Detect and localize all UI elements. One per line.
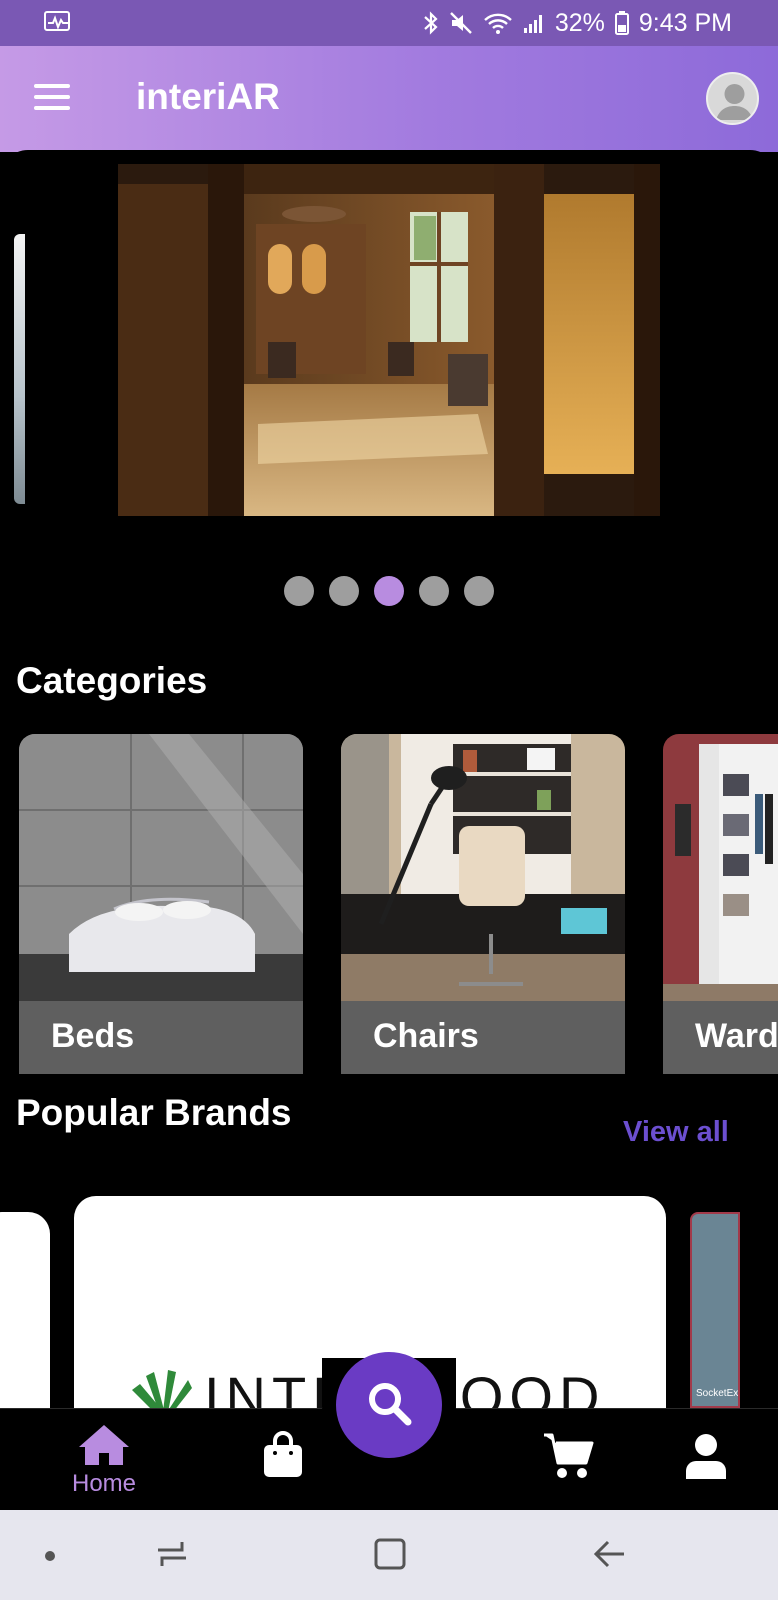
user-avatar-icon[interactable]: [706, 72, 759, 125]
nav-shop[interactable]: [262, 1431, 304, 1484]
carousel-dot-2[interactable]: [329, 576, 359, 606]
shopping-bag-icon: [262, 1431, 304, 1483]
main-content: Categories Beds Chairs Ward Popular Bran…: [0, 150, 778, 1408]
category-label: Beds: [19, 1001, 303, 1074]
assistant-dot-icon[interactable]: [44, 1549, 56, 1567]
home-button-icon[interactable]: [372, 1536, 408, 1577]
activity-icon: [44, 10, 70, 31]
nav-home-label: Home: [71, 1470, 137, 1497]
status-right: 32% 9:43 PM: [423, 9, 732, 38]
hero-carousel[interactable]: [0, 164, 778, 516]
brand-name: SocketExc: [696, 1388, 740, 1399]
carousel-dot-3-active[interactable]: [374, 576, 404, 606]
home-icon: [77, 1425, 131, 1471]
hamburger-menu-icon[interactable]: [34, 84, 70, 112]
category-card-chairs[interactable]: Chairs: [341, 734, 625, 1074]
mute-icon: [449, 11, 473, 35]
category-card-beds[interactable]: Beds: [19, 734, 303, 1074]
wardrobes-image: [663, 734, 778, 1001]
carousel-dot-4[interactable]: [419, 576, 449, 606]
beds-image: [19, 734, 303, 1001]
interwood-logo-icon: [132, 1370, 192, 1408]
signal-icon: [523, 12, 545, 34]
view-all-link[interactable]: View all: [623, 1116, 729, 1149]
status-bar: 32% 9:43 PM: [0, 0, 778, 46]
status-left: [44, 9, 70, 38]
carousel-indicators: [0, 576, 778, 606]
system-navigation-bar: [0, 1510, 778, 1600]
status-time: 9:43 PM: [638, 8, 732, 37]
category-label: Chairs: [341, 1001, 625, 1074]
nav-profile[interactable]: [684, 1433, 728, 1484]
recent-apps-icon[interactable]: [154, 1536, 190, 1577]
search-fab[interactable]: [336, 1352, 442, 1458]
profile-icon: [684, 1434, 728, 1483]
previous-slide-peek[interactable]: [14, 234, 25, 504]
bluetooth-icon: [423, 11, 439, 35]
app-bar: interiAR: [0, 46, 778, 152]
carousel-dot-5[interactable]: [464, 576, 494, 606]
popular-brands-heading: Popular Brands: [16, 1092, 292, 1133]
wifi-icon: [483, 11, 513, 35]
nav-home[interactable]: Home: [66, 1423, 142, 1498]
carousel-dot-1[interactable]: [284, 576, 314, 606]
battery-icon: [614, 11, 629, 35]
brand-card-next[interactable]: SocketExc: [690, 1212, 740, 1408]
category-card-wardrobes[interactable]: Ward: [663, 734, 778, 1074]
brand-card-previous[interactable]: [0, 1212, 50, 1408]
search-icon: [365, 1379, 413, 1432]
chairs-image: [341, 734, 625, 1001]
battery-percent: 32%: [554, 8, 605, 37]
app-title: interiAR: [136, 76, 280, 117]
nav-cart[interactable]: [542, 1431, 594, 1484]
carousel-slide-image[interactable]: [118, 164, 660, 516]
cart-icon: [542, 1433, 594, 1483]
categories-heading: Categories: [16, 660, 208, 701]
back-arrow-icon[interactable]: [592, 1536, 628, 1577]
category-label: Ward: [663, 1001, 778, 1074]
